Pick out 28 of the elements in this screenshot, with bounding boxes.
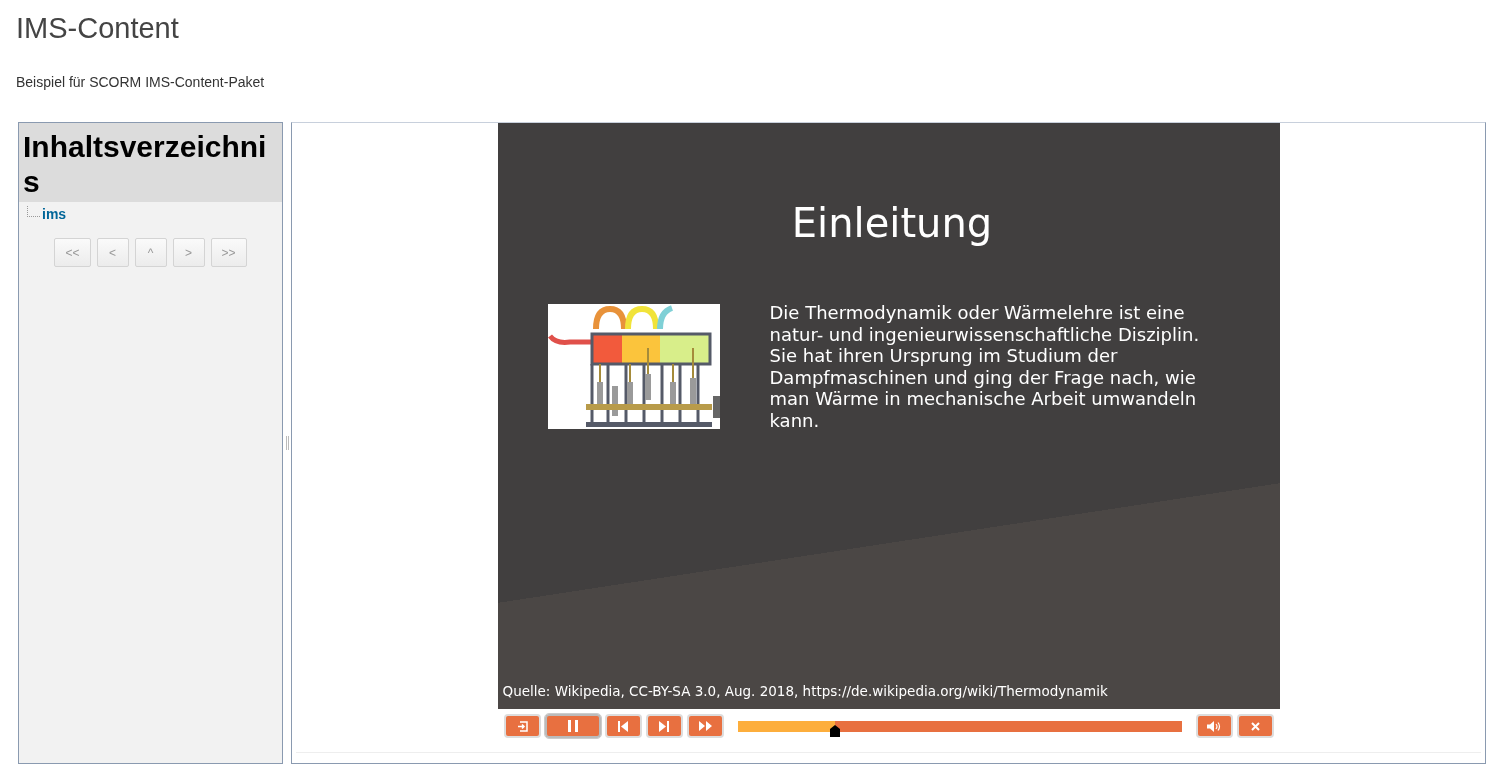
toc-heading: Inhaltsverzeichnis xyxy=(19,123,282,202)
fast-forward-button[interactable] xyxy=(686,714,724,738)
nav-button[interactable]: << xyxy=(54,238,91,267)
page-title: IMS-Content xyxy=(16,11,180,45)
close-button[interactable] xyxy=(1236,714,1274,738)
speaker-icon xyxy=(1207,720,1221,732)
nav-button[interactable]: < xyxy=(96,238,129,267)
next-button[interactable] xyxy=(645,714,683,738)
source-caption: Quelle: Wikipedia, CC-BY-SA 3.0, Aug. 2018, https://de.wikipedia.org/wiki/Thermodynamik xyxy=(501,683,1109,699)
slide-title: Einleitung xyxy=(791,199,993,247)
close-icon xyxy=(1250,721,1260,731)
page-subtitle: Beispiel für SCORM IMS-Content-Paket xyxy=(16,74,266,90)
nav-button[interactable]: ^ xyxy=(134,238,167,267)
skip-forward-icon xyxy=(659,720,669,732)
nav-button[interactable]: > xyxy=(172,238,205,267)
previous-button[interactable] xyxy=(604,714,642,738)
exit-icon xyxy=(516,720,528,732)
progress-handle[interactable] xyxy=(830,724,841,737)
volume-button[interactable] xyxy=(1195,714,1233,738)
pause-icon xyxy=(567,720,578,732)
nav-button[interactable]: >> xyxy=(210,238,247,267)
slide-text: Die Thermodynamik oder Wärmelehre ist eine natur- und ingenieurwissenschaftliche Disziplin. Sie hat ihren Ursprung im Studium der Dampfmaschinen und ging der Frage nach, wie man Wärme in mechanische Arbeit umwandeln kann. xyxy=(769,302,1201,431)
fast-forward-icon xyxy=(698,721,712,731)
pause-button[interactable] xyxy=(544,714,601,738)
skip-back-icon xyxy=(618,720,628,732)
toc-item[interactable]: ims xyxy=(42,206,67,222)
tree-line-icon xyxy=(27,206,40,217)
exit-button[interactable] xyxy=(503,714,541,738)
